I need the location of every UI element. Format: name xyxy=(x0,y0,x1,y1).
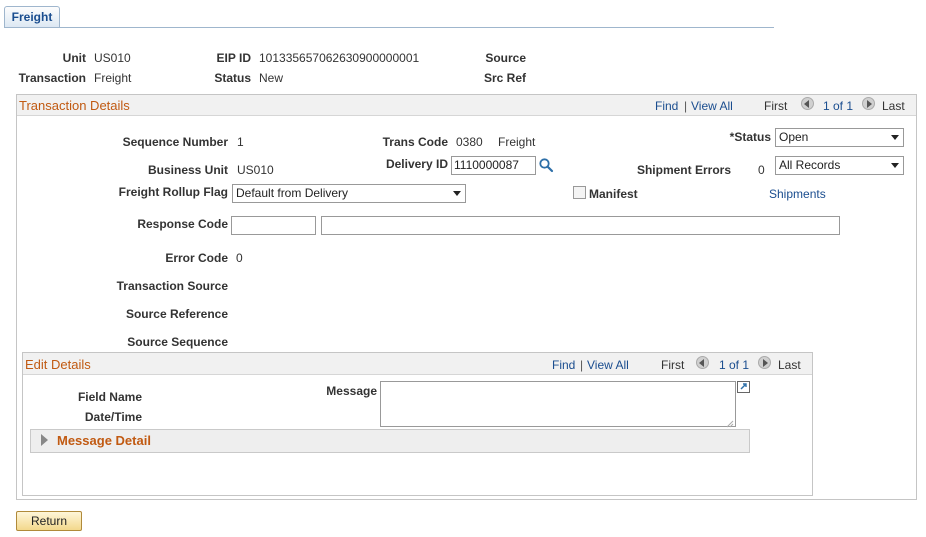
return-button[interactable]: Return xyxy=(16,511,82,531)
status-select-value: Open xyxy=(779,130,809,144)
manifest-checkbox[interactable] xyxy=(573,186,586,199)
status-value: New xyxy=(259,71,284,85)
sequence-number-label: Sequence Number xyxy=(122,135,228,149)
chevron-down-icon xyxy=(453,191,461,196)
tab-freight[interactable]: Freight xyxy=(4,6,60,27)
manifest-label: Manifest xyxy=(589,187,638,201)
edit-details-title: Edit Details xyxy=(25,357,91,372)
shipment-errors-label: Shipment Errors xyxy=(636,163,731,177)
shipment-errors-select[interactable]: All Records xyxy=(775,156,904,175)
edit-next-arrow-icon[interactable] xyxy=(758,356,771,369)
src-ref-label: Src Ref xyxy=(483,71,526,85)
error-code-value: 0 xyxy=(236,251,243,265)
status-field-label: *Status xyxy=(729,130,771,144)
transaction-details-title: Transaction Details xyxy=(19,98,130,113)
source-reference-label: Source Reference xyxy=(125,307,228,321)
expand-textarea-icon[interactable] xyxy=(737,381,750,393)
tab-underline xyxy=(4,27,774,28)
field-name-label: Field Name xyxy=(77,390,142,404)
response-code-field[interactable] xyxy=(231,216,316,235)
response-description-field[interactable] xyxy=(321,216,840,235)
trans-code-value: 0380 xyxy=(456,135,483,149)
freight-rollup-flag-label: Freight Rollup Flag xyxy=(118,185,228,199)
unit-label: Unit xyxy=(62,51,86,65)
freight-rollup-flag-value: Default from Delivery xyxy=(236,186,349,200)
trans-code-label: Trans Code xyxy=(382,135,448,149)
chevron-down-icon xyxy=(891,135,899,140)
view-all-link[interactable]: View All xyxy=(691,99,733,113)
find-link[interactable]: Find xyxy=(655,99,678,113)
message-textarea[interactable] xyxy=(380,381,736,427)
eip-id-value: 101335657062630900000001 xyxy=(259,51,420,65)
resize-grip-icon[interactable] xyxy=(726,417,734,428)
delivery-id-field[interactable]: 1110000087 xyxy=(451,156,536,175)
chevron-down-icon xyxy=(891,163,899,168)
freight-rollup-flag-select[interactable]: Default from Delivery xyxy=(232,184,466,203)
edit-view-all-link[interactable]: View All xyxy=(587,358,629,372)
edit-first-label: First xyxy=(661,358,685,372)
edit-last-label: Last xyxy=(778,358,801,372)
previous-arrow-icon[interactable] xyxy=(801,97,814,110)
transaction-value: Freight xyxy=(94,71,132,85)
expand-triangle-icon[interactable] xyxy=(41,434,48,446)
nav-separator: | xyxy=(684,99,688,113)
source-sequence-label: Source Sequence xyxy=(127,335,228,349)
first-label: First xyxy=(764,99,788,113)
edit-nav-separator: | xyxy=(580,358,584,372)
message-detail-label[interactable]: Message Detail xyxy=(57,433,151,448)
message-label: Message xyxy=(326,384,377,398)
error-code-label: Error Code xyxy=(165,251,228,265)
shipment-errors-select-value: All Records xyxy=(779,158,841,172)
shipment-errors-value: 0 xyxy=(758,163,765,177)
row-count: 1 of 1 xyxy=(823,99,854,113)
delivery-id-label: Delivery ID xyxy=(385,157,448,171)
edit-details-header xyxy=(23,353,812,375)
shipments-link[interactable]: Shipments xyxy=(769,187,826,201)
transaction-source-label: Transaction Source xyxy=(116,279,228,293)
sequence-number-value: 1 xyxy=(237,135,244,149)
transaction-label: Transaction xyxy=(18,71,86,85)
business-unit-value: US010 xyxy=(237,163,274,177)
edit-row-count: 1 of 1 xyxy=(719,358,750,372)
trans-code-description: Freight xyxy=(498,135,536,149)
last-label: Last xyxy=(882,99,905,113)
response-code-label: Response Code xyxy=(137,217,228,231)
status-label: Status xyxy=(214,71,251,85)
search-icon[interactable] xyxy=(538,157,554,173)
status-select[interactable]: Open xyxy=(775,128,904,147)
edit-previous-arrow-icon[interactable] xyxy=(696,356,709,369)
edit-find-link[interactable]: Find xyxy=(552,358,575,372)
datetime-label: Date/Time xyxy=(84,410,142,424)
eip-id-label: EIP ID xyxy=(216,51,251,65)
unit-value: US010 xyxy=(94,51,131,65)
next-arrow-icon[interactable] xyxy=(862,97,875,110)
business-unit-label: Business Unit xyxy=(147,163,228,177)
source-label: Source xyxy=(485,51,526,65)
